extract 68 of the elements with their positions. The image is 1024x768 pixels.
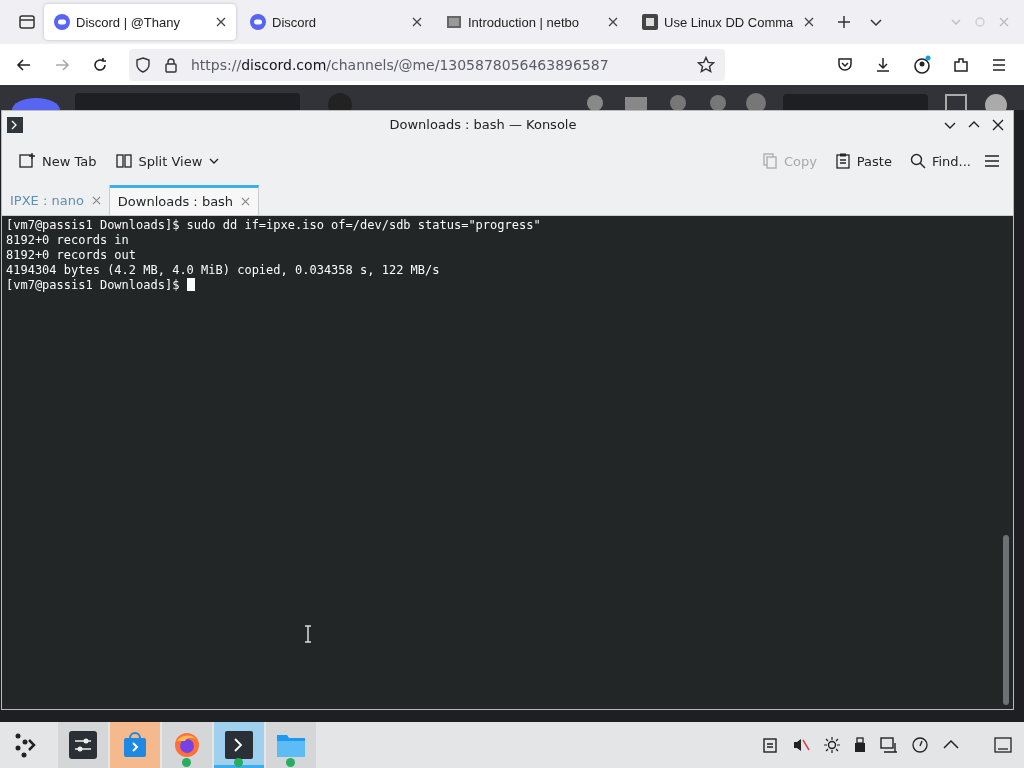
- taskbar-app[interactable]: [214, 722, 264, 768]
- address-bar[interactable]: https://discord.com/channels/@me/1305878056463896587: [129, 48, 725, 81]
- terminal-line: [vm7@passis1 Downloads]$: [6, 278, 997, 293]
- tab-list-icon[interactable]: [18, 13, 36, 31]
- running-indicator-icon: [286, 758, 295, 767]
- fox-globe-icon: [173, 731, 201, 759]
- terminal-icon: [225, 731, 253, 759]
- account-icon[interactable]: [912, 54, 932, 75]
- terminal-line: 4194304 bytes (4.2 MB, 4.0 MiB) copied, 0.034358 s, 122 MB/s: [6, 263, 441, 278]
- close-icon[interactable]: [991, 117, 1005, 132]
- close-icon[interactable]: [804, 17, 814, 27]
- scrollbar-thumb[interactable]: [1003, 535, 1009, 705]
- text-cursor-icon: [304, 625, 312, 643]
- running-indicator-icon: [234, 758, 243, 767]
- copy-icon: [761, 153, 778, 169]
- tab-title: IPXE : nano: [10, 192, 84, 208]
- sliders-icon: [69, 731, 97, 759]
- taskbar-app[interactable]: [58, 722, 108, 768]
- cursor-icon: [186, 278, 195, 291]
- lock-icon[interactable]: [163, 56, 179, 73]
- window-title: Downloads : bash — Konsole: [388, 117, 578, 132]
- running-indicator-icon: [182, 758, 191, 767]
- terminal-line: 8192+0 records out: [6, 248, 138, 263]
- toolbar-button[interactable]: Split View: [108, 148, 227, 174]
- page-icon: [446, 14, 462, 30]
- show-desktop-icon[interactable]: [994, 737, 1012, 753]
- speaker-muted-icon[interactable]: [792, 737, 810, 753]
- usb-drive-icon[interactable]: [854, 737, 866, 753]
- url-text: https://discord.com/channels/@me/1305878056463896587: [191, 56, 609, 73]
- close-icon[interactable]: [412, 17, 422, 27]
- browser-tab[interactable]: Introduction | netbo: [436, 4, 628, 40]
- toolbar-button[interactable]: Find...: [903, 149, 977, 173]
- pocket-icon[interactable]: [836, 55, 854, 74]
- clipboard-icon[interactable]: [762, 737, 778, 753]
- close-icon[interactable]: [216, 17, 226, 27]
- tab-title: Introduction | netbo: [468, 14, 581, 30]
- terminal-icon: [7, 116, 23, 133]
- new-tab-icon: [18, 152, 36, 170]
- star-icon[interactable]: [697, 55, 715, 74]
- square-icon: [642, 14, 658, 30]
- tab-title: Discord | @Thany: [76, 14, 181, 30]
- reload-icon[interactable]: [91, 55, 109, 74]
- tab-title: Use Linux DD Comma: [664, 14, 795, 30]
- toolbar-button[interactable]: Paste: [828, 149, 898, 173]
- taskbar-app[interactable]: [162, 722, 212, 768]
- menu-icon[interactable]: [983, 152, 1001, 170]
- toolbar-button[interactable]: New Tab: [12, 148, 103, 174]
- split-view-icon: [114, 152, 133, 170]
- terminal-line: [vm7@passis1 Downloads]$ sudo dd if=ipxe.iso of=/dev/sdb status="progress": [6, 218, 542, 233]
- tab-title: Downloads : bash: [117, 194, 234, 209]
- terminal-line: 8192+0 records in: [6, 233, 130, 248]
- shopping-bag-icon: [121, 731, 149, 759]
- sun-icon[interactable]: [824, 737, 840, 753]
- shield-icon[interactable]: [135, 56, 151, 73]
- close-icon[interactable]: [608, 17, 618, 27]
- terminal-area[interactable]: [vm7@passis1 Downloads]$ sudo dd if=ipxe.iso of=/dev/sdb status="progress" 8192+0 records in 8192+0 records out 4194304 bytes (4.2 MB, 4.0 MiB) copied, 0.034358 s, 122 MB/s [vm7@passis1 Downloads]$: [2, 216, 1013, 709]
- new-tab-icon[interactable]: [836, 14, 852, 30]
- network-wired-icon[interactable]: [880, 737, 898, 753]
- gauge-icon[interactable]: [912, 737, 928, 753]
- extensions-icon[interactable]: [952, 55, 970, 74]
- browser-tab[interactable]: Discord: [240, 4, 432, 40]
- browser-tab[interactable]: Use Linux DD Comma: [632, 4, 824, 40]
- clipboard-icon: [834, 153, 851, 169]
- terminal-tab[interactable]: Downloads : bash: [109, 185, 260, 215]
- download-icon[interactable]: [874, 55, 892, 74]
- tab-title: Discord: [272, 14, 318, 30]
- search-icon: [909, 153, 926, 169]
- browser-tab[interactable]: Discord | @Thany: [44, 4, 236, 40]
